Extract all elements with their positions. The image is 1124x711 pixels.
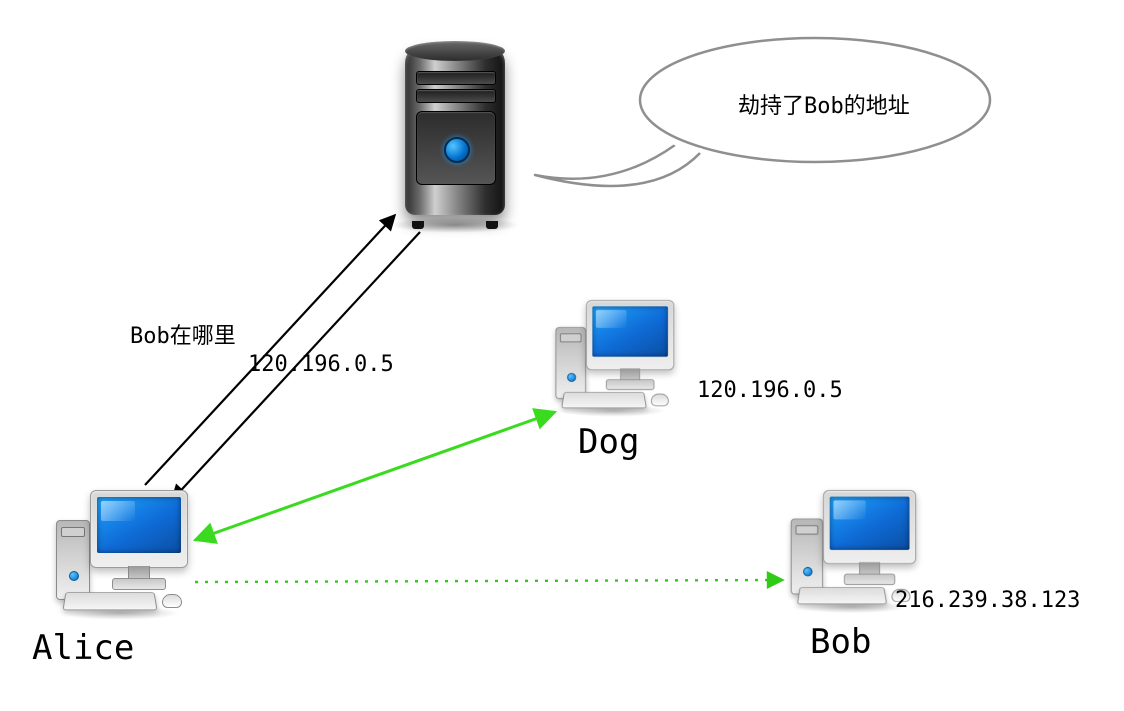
arrow-alice-to-server [145, 215, 395, 485]
arrow-alice-dog [195, 412, 555, 540]
dog-ip-label: 120.196.0.5 [697, 378, 843, 403]
dog-label: Dog [578, 422, 639, 462]
alice-label: Alice [32, 628, 134, 668]
speech-bubble-text: 劫持了Bob的地址 [738, 88, 910, 120]
diagram-stage: { "speech_bubble": "劫持了Bob的地址", "query_l… [0, 0, 1124, 711]
computer-alice [50, 490, 190, 630]
response-ip-label: 120.196.0.5 [248, 352, 394, 377]
server-icon [390, 45, 520, 235]
computer-dog [550, 300, 676, 426]
arrow-alice-bob [195, 580, 783, 582]
query-label: Bob在哪里 [130, 318, 236, 350]
bob-label: Bob [810, 622, 871, 662]
bob-ip-label: 216.239.38.123 [895, 588, 1080, 613]
